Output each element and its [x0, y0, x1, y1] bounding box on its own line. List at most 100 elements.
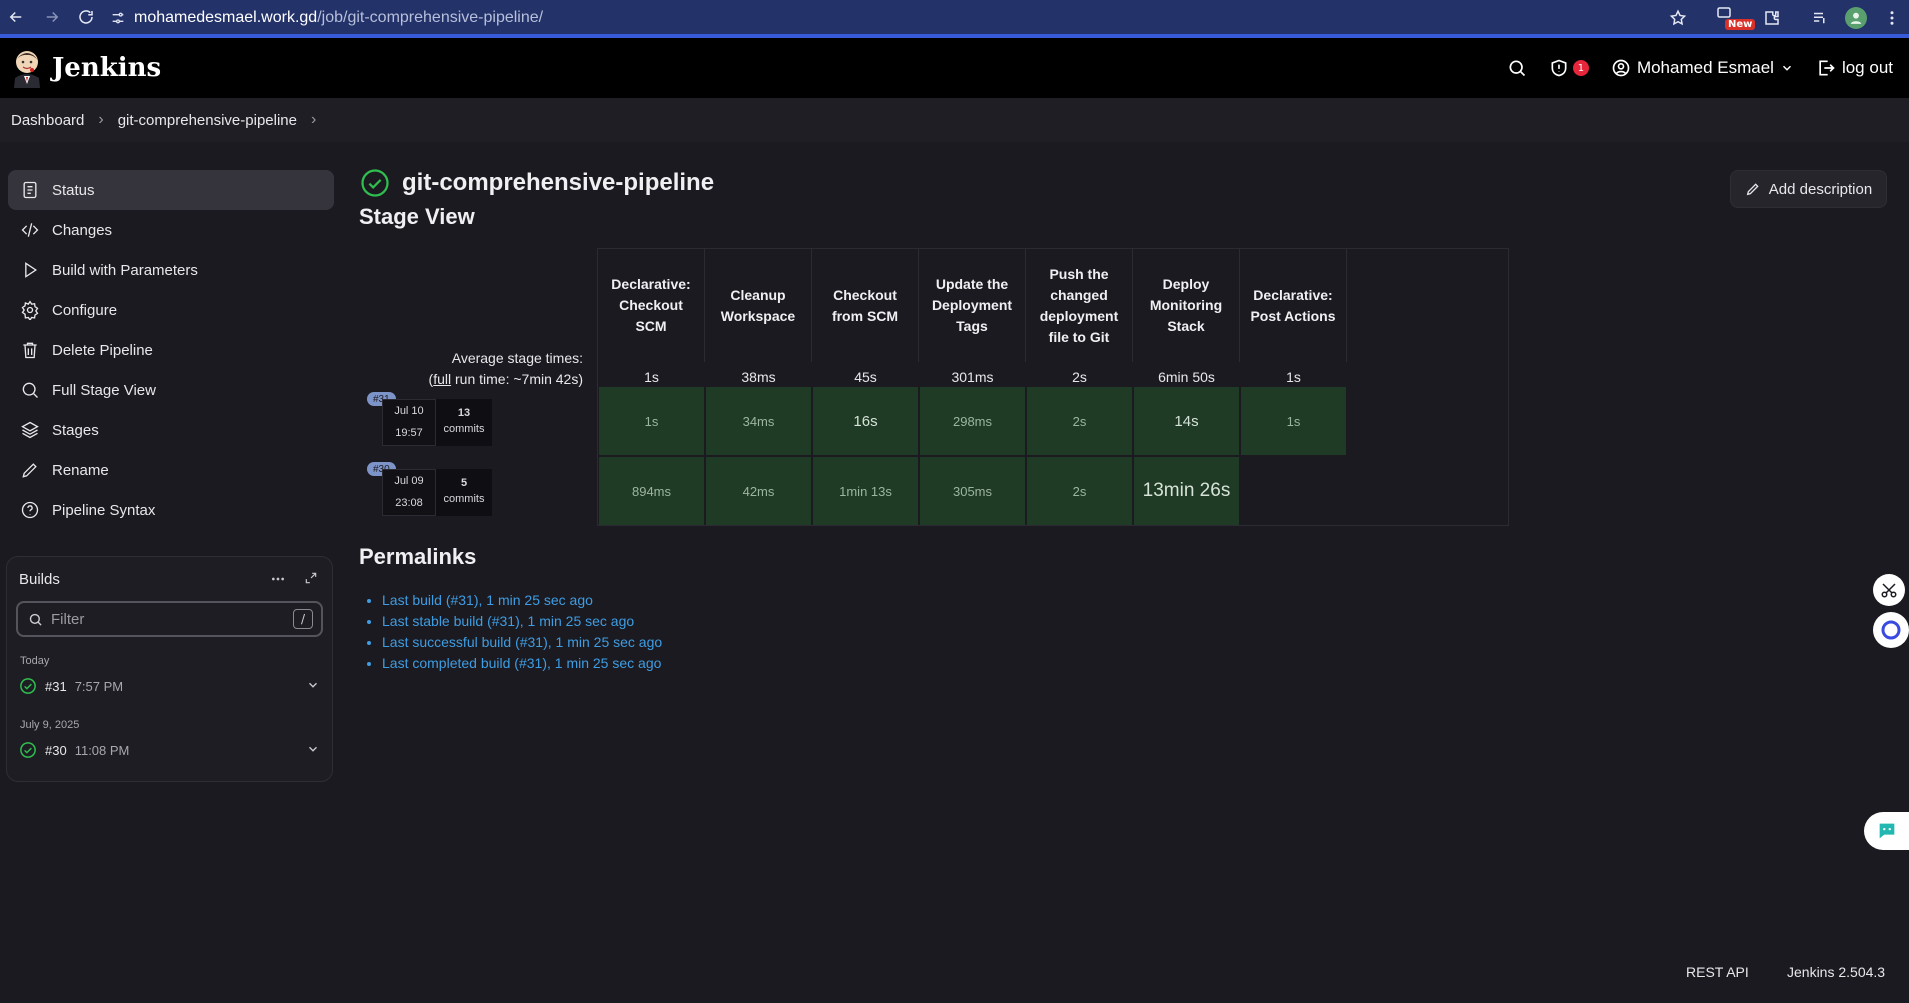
sidebar-item-label: Status — [52, 181, 95, 199]
sidebar-item-pipeline-syntax[interactable]: Pipeline Syntax — [8, 490, 334, 530]
breadcrumb-dashboard[interactable]: Dashboard — [11, 112, 84, 129]
stage-view-table: Declarative: Checkout SCM 1s Cleanup Works… — [597, 248, 1509, 526]
search-icon — [29, 613, 42, 626]
sidebar-item-label: Full Stage View — [52, 381, 156, 399]
stage-cell[interactable]: 305ms — [920, 457, 1025, 525]
media-controls-icon[interactable] — [1811, 9, 1829, 27]
jenkins-brand[interactable]: Jenkins — [52, 53, 161, 83]
permalink-last-completed-build[interactable]: Last completed build (#31), 1 min 25 sec… — [382, 655, 661, 671]
sidebar: Status Changes Build with Parameters Con… — [8, 170, 334, 530]
browser-profile-avatar[interactable] — [1845, 7, 1867, 29]
chat-icon — [1879, 823, 1894, 839]
sidebar-item-stages[interactable]: Stages — [8, 410, 334, 450]
chevron-down-icon — [1782, 65, 1791, 71]
breadcrumb-separator-icon[interactable]: › — [98, 111, 103, 129]
filter-input[interactable] — [51, 610, 281, 628]
sidebar-item-label: Rename — [52, 461, 109, 479]
logout-button[interactable]: log out — [1816, 58, 1893, 78]
permalink-item: Last stable build (#31), 1 min 25 sec ag… — [382, 611, 662, 632]
commits-label: commits — [443, 423, 485, 435]
extensions-icon[interactable] — [1763, 9, 1781, 27]
search-icon — [22, 382, 38, 398]
sidebar-item-label: Changes — [52, 221, 113, 239]
jenkins-logo-icon[interactable] — [10, 48, 44, 88]
help-icon — [21, 501, 39, 519]
permalink-last-build[interactable]: Last build (#31), 1 min 25 sec ago — [382, 592, 593, 608]
breadcrumb-separator-icon[interactable]: › — [311, 111, 316, 129]
sidebar-item-status[interactable]: Status — [8, 170, 334, 210]
full-run-link[interactable]: full — [433, 371, 451, 387]
assistant-float-button[interactable] — [1873, 612, 1909, 648]
rest-api-link[interactable]: REST API — [1686, 964, 1749, 980]
stage-header: Deploy Monitoring Stack — [1133, 249, 1240, 362]
extension-new-icon[interactable]: New — [1715, 5, 1756, 31]
sidebar-item-label: Pipeline Syntax — [52, 501, 156, 519]
breadcrumb-job[interactable]: git-comprehensive-pipeline — [118, 112, 297, 129]
user-menu-button[interactable]: Mohamed Esmael — [1611, 58, 1794, 78]
run-date-time: 19:57 — [395, 427, 423, 439]
add-description-button[interactable]: Add description — [1730, 170, 1887, 208]
stage-cell[interactable]: 13min 26s — [1134, 457, 1239, 525]
stage-cell[interactable]: 894ms — [599, 457, 704, 525]
permalink-last-successful-build[interactable]: Last successful build (#31), 1 min 25 se… — [382, 634, 662, 650]
build-number: #31 — [45, 678, 67, 694]
site-info-icon[interactable] — [110, 10, 126, 26]
browser-menu-icon[interactable] — [1883, 9, 1901, 27]
shield-icon — [1551, 59, 1567, 77]
sidebar-item-rename[interactable]: Rename — [8, 450, 334, 490]
reload-icon[interactable] — [72, 3, 100, 31]
build-time: 7:57 PM — [74, 678, 124, 694]
avg-label-line1: Average stage times: — [451, 350, 583, 366]
security-count-badge: 1 — [1572, 60, 1589, 76]
stage-cell[interactable]: 2s — [1027, 387, 1132, 455]
build-group-label: July 9, 2025 — [20, 719, 80, 731]
stage-cell[interactable]: 298ms — [920, 387, 1025, 455]
build-row[interactable]: #31 7:57 PM — [19, 673, 322, 699]
builds-filter[interactable]: / — [16, 601, 323, 637]
forward-icon[interactable] — [38, 3, 66, 31]
search-icon[interactable] — [1507, 58, 1527, 78]
stage-cell[interactable]: 34ms — [706, 387, 811, 455]
run-date-day: Jul 09 — [394, 475, 424, 487]
security-warning-button[interactable]: 1 — [1549, 58, 1589, 78]
avg-label-line2: (full run time: ~7min 42s) — [400, 369, 583, 390]
sidebar-item-delete-pipeline[interactable]: Delete Pipeline — [8, 330, 334, 370]
stage-cell[interactable]: 1s — [599, 387, 704, 455]
stage-cell[interactable]: 1min 13s — [813, 457, 918, 525]
sidebar-item-full-stage-view[interactable]: Full Stage View — [8, 370, 334, 410]
sidebar-item-build-with-parameters[interactable]: Build with Parameters — [8, 250, 334, 290]
build-number: #30 — [45, 742, 67, 758]
run-commits[interactable]: 13 commits — [436, 399, 492, 446]
pencil-icon — [1746, 183, 1759, 196]
build-row[interactable]: #30 11:08 PM — [19, 737, 322, 763]
stage-cell[interactable]: 2s — [1027, 457, 1132, 525]
sidebar-item-changes[interactable]: Changes — [8, 210, 334, 250]
sidebar-item-configure[interactable]: Configure — [8, 290, 334, 330]
run-date-day: Jul 10 — [394, 405, 424, 417]
play-icon — [25, 262, 38, 278]
more-options-icon[interactable] — [270, 571, 286, 591]
chevron-down-icon[interactable] — [306, 678, 320, 695]
run-date: Jul 09 23:08 — [382, 469, 436, 516]
ring-icon — [1881, 620, 1901, 640]
builds-title: Builds — [19, 571, 60, 588]
stage-cell[interactable]: 1s — [1241, 387, 1346, 455]
address-bar[interactable]: mohamedesmael.work.gd/job/git-comprehens… — [110, 5, 1690, 31]
expand-icon[interactable] — [304, 571, 318, 591]
permalink-item: Last completed build (#31), 1 min 25 sec… — [382, 653, 662, 674]
success-status-icon — [361, 169, 389, 197]
scissors-float-button[interactable] — [1873, 574, 1905, 606]
stage-cell[interactable]: 14s — [1134, 387, 1239, 455]
permalink-last-stable-build[interactable]: Last stable build (#31), 1 min 25 sec ag… — [382, 613, 634, 629]
build-group-label: Today — [20, 655, 50, 667]
run-commits[interactable]: 5 commits — [436, 469, 492, 516]
chat-float-button[interactable] — [1864, 812, 1909, 850]
build-time: 11:08 PM — [74, 742, 130, 758]
stage-cell[interactable]: 42ms — [706, 457, 811, 525]
back-icon[interactable] — [2, 3, 30, 31]
chevron-down-icon[interactable] — [306, 742, 320, 759]
stage-view-heading: Stage View — [359, 204, 475, 229]
jenkins-version[interactable]: Jenkins 2.504.3 — [1787, 964, 1885, 980]
stage-cell[interactable]: 16s — [813, 387, 918, 455]
bookmark-star-icon[interactable] — [1669, 9, 1687, 27]
